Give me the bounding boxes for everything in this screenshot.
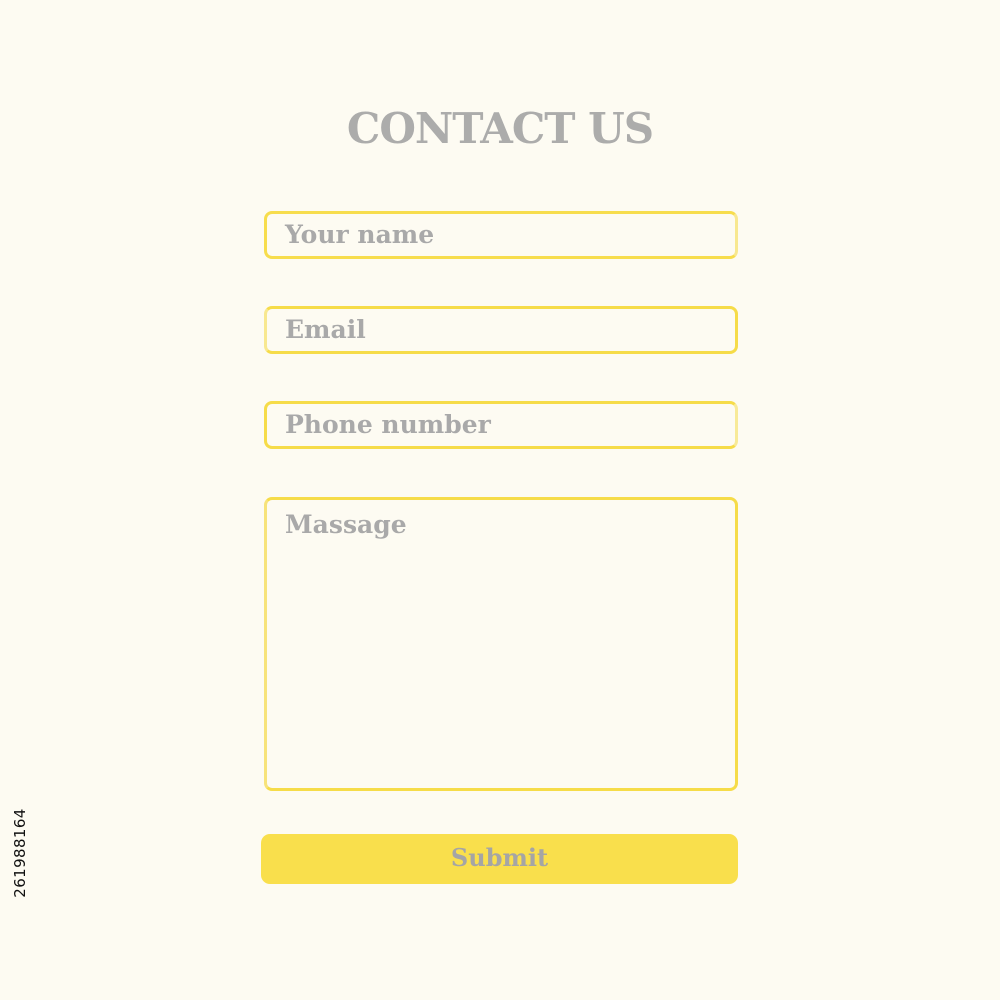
submit-button-label: Submit — [450, 843, 549, 872]
message-field[interactable]: Massage — [264, 497, 738, 791]
name-field[interactable]: Your name — [264, 211, 738, 259]
email-field-placeholder: Email — [285, 315, 366, 344]
phone-field[interactable]: Phone number — [264, 401, 738, 449]
submit-button[interactable]: Submit — [261, 834, 738, 884]
name-field-placeholder: Your name — [285, 220, 435, 249]
stock-id-text: 261988164 — [11, 807, 29, 898]
stock-id-watermark: 261988164 — [8, 765, 32, 940]
email-field[interactable]: Email — [264, 306, 738, 354]
page-title: CONTACT US — [346, 104, 654, 153]
contact-page: CONTACT US Your name Email Phone number … — [0, 0, 1000, 1000]
message-field-placeholder: Massage — [285, 510, 407, 539]
phone-field-placeholder: Phone number — [285, 410, 491, 439]
